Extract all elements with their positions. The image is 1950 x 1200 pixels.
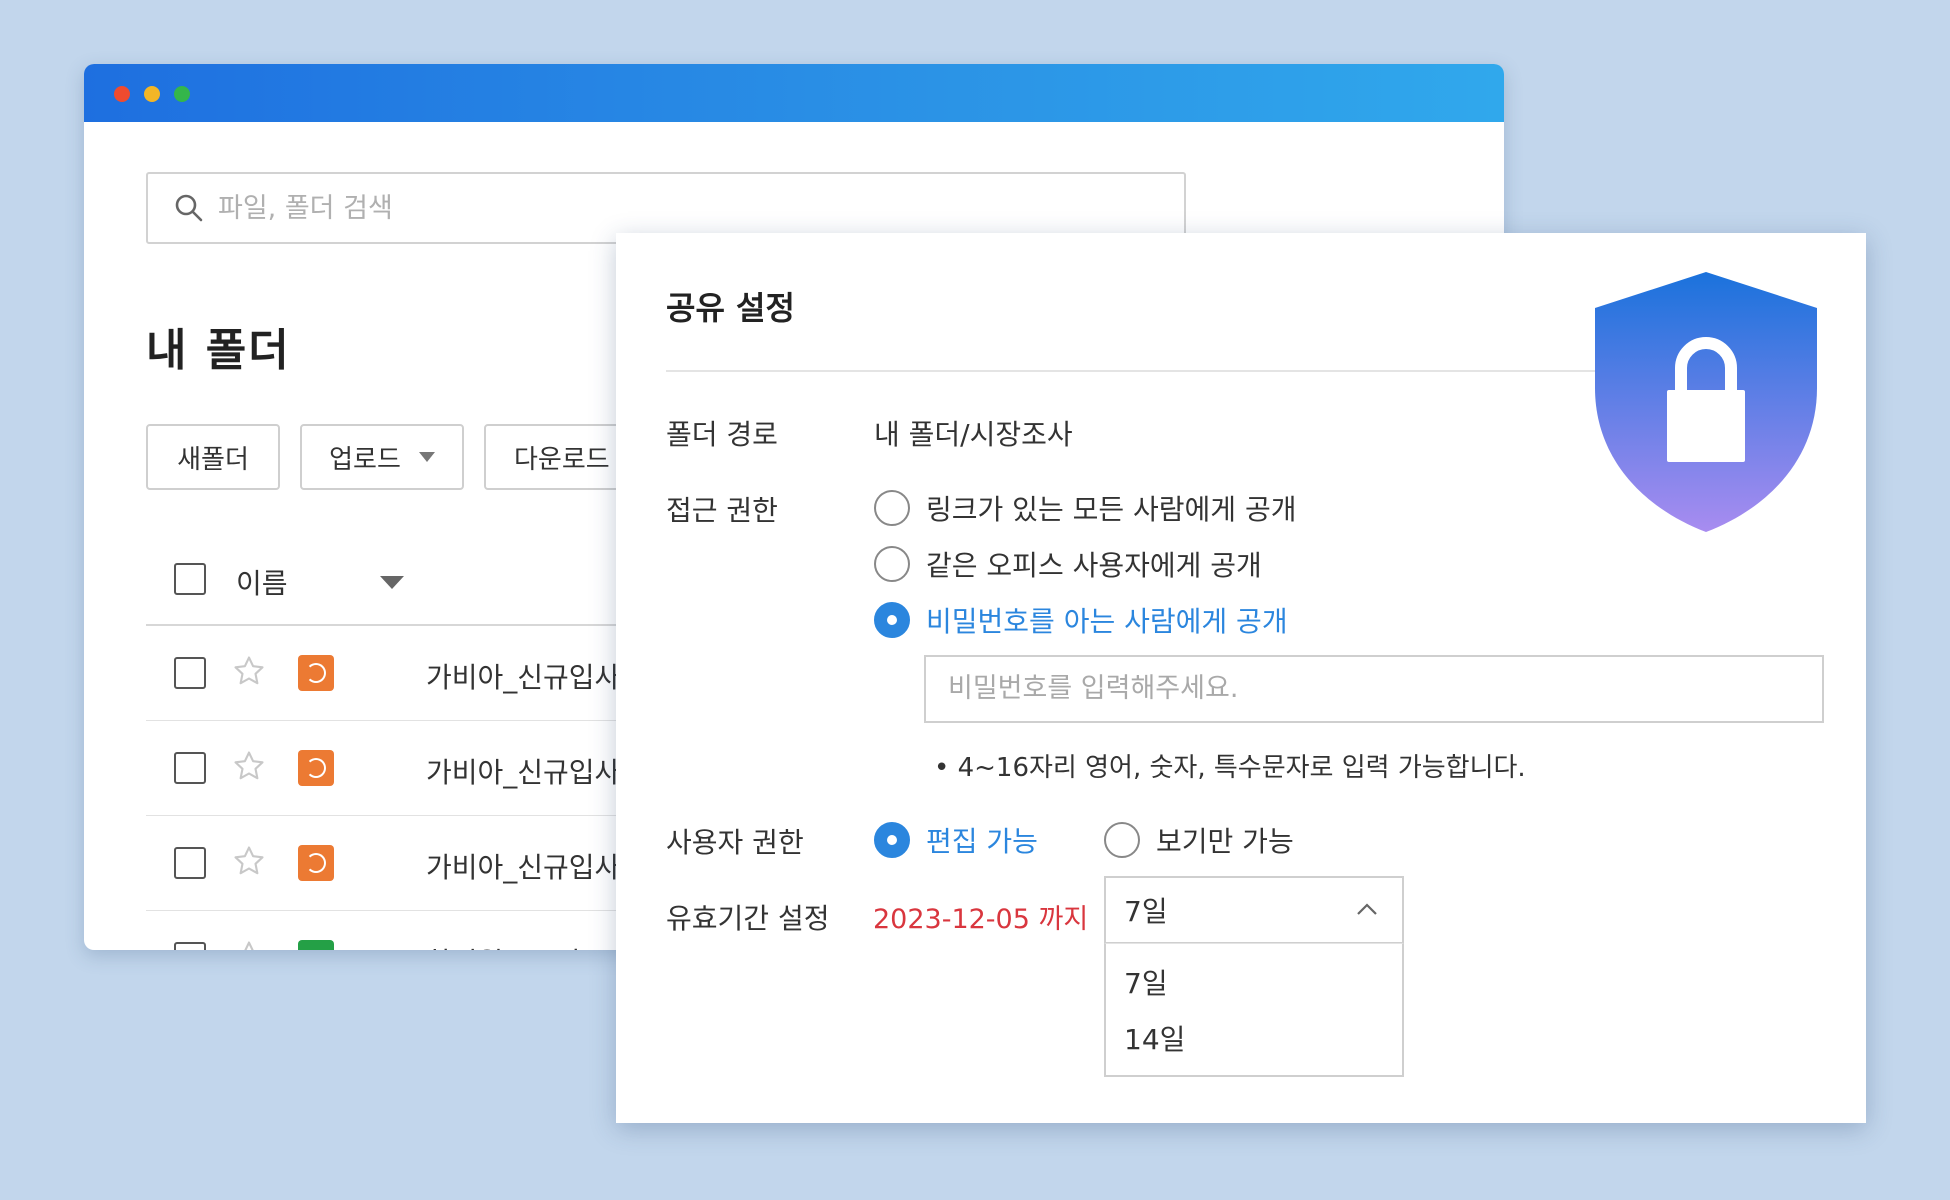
expiry-label: 유효기간 설정 xyxy=(666,902,830,935)
chevron-down-icon xyxy=(418,452,435,462)
minimize-window-button[interactable] xyxy=(144,86,160,102)
access-permission-label: 접근 권한 xyxy=(666,494,778,527)
expiry-option[interactable]: 7일 xyxy=(1124,962,1168,1002)
radio-label: 편집 가능 xyxy=(926,825,1038,858)
folder-path-label: 폴더 경로 xyxy=(666,418,778,451)
radio-label: 링크가 있는 모든 사람에게 공개 xyxy=(926,493,1297,526)
permission-option-edit[interactable]: 편집 가능 xyxy=(874,820,1038,860)
radio-button-selected[interactable] xyxy=(874,602,910,638)
file-checkbox[interactable] xyxy=(174,847,206,879)
access-option-everyone-with-link[interactable]: 링크가 있는 모든 사람에게 공개 xyxy=(874,488,1296,528)
search-icon xyxy=(175,194,203,222)
window-titlebar xyxy=(84,64,1504,122)
presentation-file-icon xyxy=(298,750,334,786)
download-label: 다운로드 xyxy=(514,444,610,475)
expiry-option[interactable]: 14일 xyxy=(1124,1018,1185,1058)
radio-button-selected[interactable] xyxy=(874,822,910,858)
access-option-same-office[interactable]: 같은 오피스 사용자에게 공개 xyxy=(874,544,1262,584)
search-input[interactable] xyxy=(216,191,1120,225)
page-title: 내 폴더 xyxy=(146,325,291,376)
file-checkbox[interactable] xyxy=(174,942,206,950)
password-input[interactable] xyxy=(946,657,1810,719)
file-checkbox[interactable] xyxy=(174,752,206,784)
chevron-up-icon xyxy=(1357,903,1377,915)
presentation-file-icon xyxy=(298,845,334,881)
radio-button[interactable] xyxy=(1104,822,1140,858)
star-icon[interactable] xyxy=(232,939,266,950)
radio-label: 같은 오피스 사용자에게 공개 xyxy=(926,549,1262,582)
maximize-window-button[interactable] xyxy=(174,86,190,102)
radio-label: 비밀번호를 아는 사람에게 공개 xyxy=(926,605,1288,638)
permission-option-view-only[interactable]: 보기만 가능 xyxy=(1104,820,1294,860)
security-shield-icon xyxy=(1595,272,1817,532)
upload-button[interactable]: 업로드 xyxy=(300,424,464,490)
dialog-title: 공유 설정 xyxy=(666,289,795,327)
star-icon[interactable] xyxy=(232,749,266,783)
select-all-checkbox[interactable] xyxy=(174,563,206,595)
upload-label: 업로드 xyxy=(329,444,401,475)
star-icon[interactable] xyxy=(232,654,266,688)
presentation-file-icon xyxy=(298,655,334,691)
spreadsheet-file-icon xyxy=(298,940,334,950)
share-settings-dialog: 공유 설정 폴더 경로 내 폴더/시장조사 접근 권한 링크가 있는 모든 사람… xyxy=(616,233,1866,1123)
new-folder-button[interactable]: 새폴더 xyxy=(146,424,280,490)
expiry-options-list: 7일 14일 xyxy=(1104,943,1404,1077)
password-field xyxy=(924,655,1824,723)
sort-down-icon[interactable] xyxy=(380,576,404,589)
password-hint: • 4~16자리 영어, 숫자, 특수문자로 입력 가능합니다. xyxy=(934,753,1526,783)
name-column-header[interactable]: 이름 xyxy=(236,562,288,602)
star-icon[interactable] xyxy=(232,844,266,878)
radio-button[interactable] xyxy=(874,490,910,526)
new-folder-label: 새폴더 xyxy=(177,444,249,475)
folder-path-value: 내 폴더/시장조사 xyxy=(874,418,1073,451)
expiry-selected-value: 7일 xyxy=(1124,895,1168,928)
expiry-date: 2023-12-05 까지 xyxy=(873,904,1089,935)
file-checkbox[interactable] xyxy=(174,657,206,689)
radio-button[interactable] xyxy=(874,546,910,582)
radio-label: 보기만 가능 xyxy=(1156,825,1294,858)
user-permission-label: 사용자 권한 xyxy=(666,826,804,859)
close-window-button[interactable] xyxy=(114,86,130,102)
expiry-select[interactable]: 7일 xyxy=(1104,876,1404,944)
access-option-password[interactable]: 비밀번호를 아는 사람에게 공개 xyxy=(874,600,1288,640)
